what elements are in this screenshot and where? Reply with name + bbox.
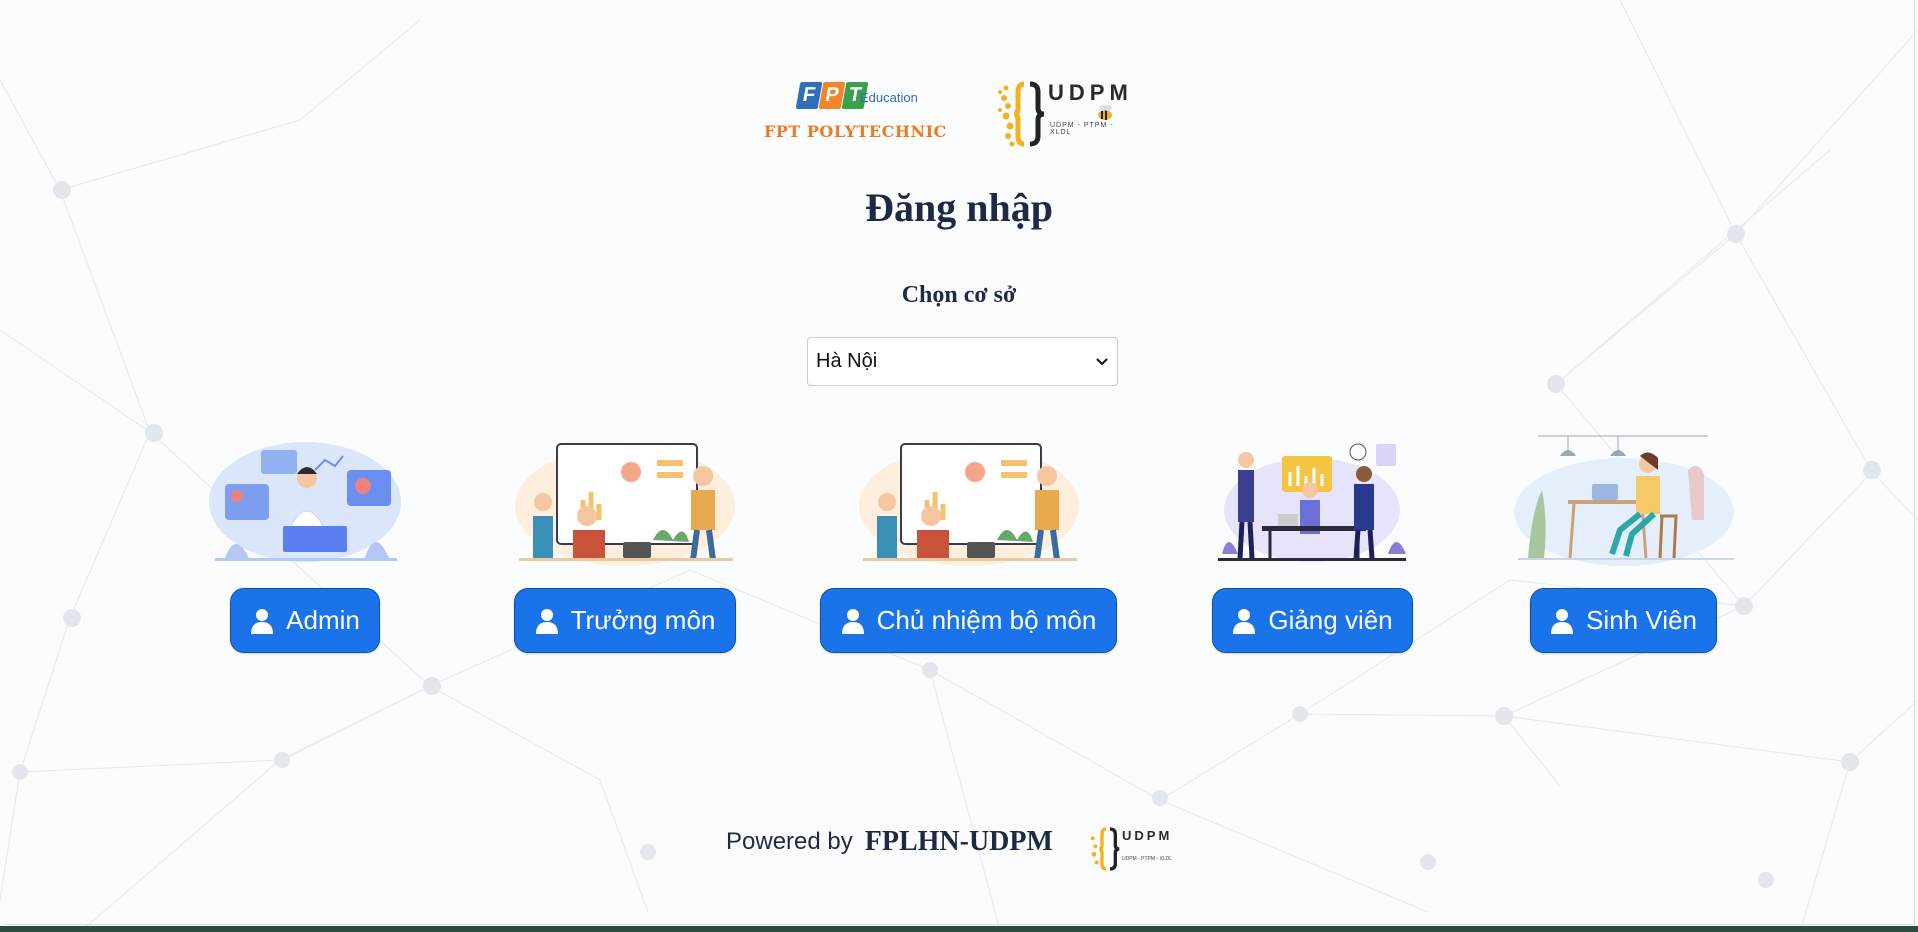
admin-login-button[interactable]: Admin bbox=[230, 588, 380, 653]
truong-mon-illustration bbox=[515, 443, 735, 566]
udpm-brace-icon bbox=[998, 81, 1045, 147]
page-title: Đăng nhập bbox=[865, 185, 1053, 230]
bee-icon bbox=[1098, 105, 1112, 120]
footer-brand: FPLHN-UDPM bbox=[864, 826, 1053, 857]
powered-by-text: Powered by bbox=[726, 828, 853, 855]
truong-mon-button-label: Trưởng môn bbox=[570, 605, 716, 635]
truong-mon-login-button[interactable]: Trưởng môn bbox=[514, 588, 736, 653]
campus-select-value: Hà Nội bbox=[816, 350, 878, 372]
udpm-logo: UDPM UDPM - PTPM - XLDL bbox=[994, 80, 1128, 148]
chu-nhiem-bo-mon-button-label: Chủ nhiệm bộ môn bbox=[876, 605, 1097, 635]
user-icon bbox=[1551, 608, 1574, 634]
sinh-vien-illustration bbox=[1514, 435, 1734, 566]
user-icon bbox=[1233, 608, 1256, 634]
footer-logo-text: UDPM bbox=[1122, 828, 1173, 843]
chu-nhiem-bo-mon-login-button[interactable]: Chủ nhiệm bộ môn bbox=[820, 588, 1117, 653]
udpm-logo-text: UDPM bbox=[1048, 80, 1133, 105]
campus-select[interactable]: Hà Nội bbox=[807, 337, 1118, 386]
user-icon bbox=[251, 608, 274, 634]
taskbar-strip bbox=[0, 926, 1918, 932]
giang-vien-button-label: Giảng viên bbox=[1268, 605, 1393, 635]
sinh-vien-login-button[interactable]: Sinh Viên bbox=[1530, 588, 1717, 653]
udpm-logo-subtitle: UDPM - PTPM - XLDL bbox=[1050, 122, 1114, 136]
chu-nhiem-bo-mon-illustration bbox=[859, 443, 1079, 566]
fpt-education-text: Education bbox=[860, 90, 918, 105]
admin-button-label: Admin bbox=[286, 605, 360, 635]
admin-illustration bbox=[209, 442, 401, 562]
user-icon bbox=[841, 608, 864, 634]
sinh-vien-button-label: Sinh Viên bbox=[1586, 605, 1697, 635]
giang-vien-illustration bbox=[1218, 443, 1406, 562]
giang-vien-login-button[interactable]: Giảng viên bbox=[1212, 588, 1413, 653]
chevron-down-icon bbox=[1096, 357, 1108, 365]
footer-logo-subtitle: UDPM - PTPM - XLDL bbox=[1122, 856, 1173, 862]
footer-udpm-logo: UDPM UDPM - PTPM - XLDL bbox=[1086, 826, 1176, 874]
fpt-polytechnic-logo: F P T Education FPT POLYTECHNIC bbox=[762, 80, 952, 146]
udpm-brace-icon bbox=[1090, 827, 1120, 871]
footer: Powered by FPLHN-UDPM bbox=[726, 826, 1053, 858]
fpt-polytechnic-text: FPT POLYTECHNIC bbox=[764, 122, 947, 141]
user-icon bbox=[535, 608, 558, 634]
campus-label: Chọn cơ sở bbox=[901, 282, 1017, 308]
